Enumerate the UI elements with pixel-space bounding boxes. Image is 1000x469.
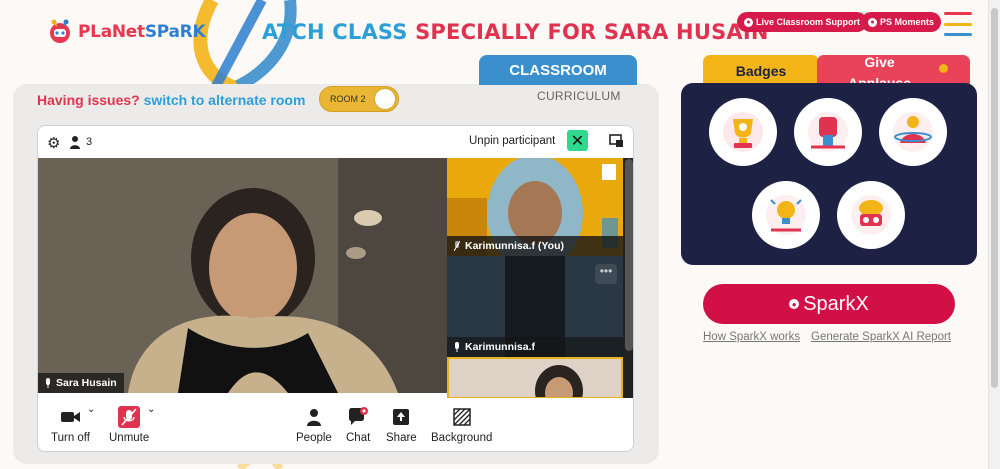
banner-title-part1: ATCH CLASS bbox=[262, 20, 416, 44]
room-toggle[interactable]: ROOM 2 bbox=[319, 86, 399, 112]
badges-panel bbox=[681, 83, 977, 265]
microphone-icon bbox=[46, 378, 50, 388]
video-call-frame: ⚙ 3 Unpin participant ✕ Sara Husain Kari… bbox=[37, 125, 634, 452]
participant-name-karimunnisa: Karimunnisa.f bbox=[465, 341, 536, 353]
sparkx-label: SparkX bbox=[803, 292, 869, 315]
live-support-icon: ● bbox=[744, 17, 753, 27]
unpin-participant-label: Unpin participant bbox=[469, 135, 556, 147]
how-sparkx-works-link[interactable]: How SparkX works bbox=[703, 331, 800, 343]
issues-text: Having issues? bbox=[37, 92, 140, 108]
ps-moments-button[interactable]: ● PS Moments bbox=[861, 12, 942, 32]
trophy-badge-icon[interactable] bbox=[709, 98, 777, 166]
participant-tile-karimunnisa[interactable]: ••• Karimunnisa.f bbox=[447, 256, 623, 357]
raised-fist-badge-icon[interactable] bbox=[794, 98, 862, 166]
participants-icon bbox=[70, 136, 80, 149]
participant-nametag-karimunnisa: Karimunnisa.f bbox=[447, 337, 623, 357]
live-classroom-support-button[interactable]: ● Live Classroom Support bbox=[737, 12, 868, 32]
participant-name-you: Karimunnisa.f (You) bbox=[465, 240, 564, 252]
microphone-icon bbox=[455, 342, 459, 352]
ps-moments-label: PS Moments bbox=[880, 17, 935, 27]
mic-muted-icon bbox=[454, 241, 460, 251]
ps-moments-icon: ● bbox=[868, 17, 877, 27]
participant-tile-you[interactable]: Karimunnisa.f (You) bbox=[447, 158, 623, 256]
mic-muted-icon bbox=[118, 406, 141, 428]
sparkx-button[interactable]: ● SparkX bbox=[703, 284, 955, 324]
share-button[interactable]: Share bbox=[386, 406, 417, 444]
issues-message: Having issues? switch to alternate room bbox=[37, 92, 305, 108]
picture-in-picture-icon[interactable] bbox=[609, 134, 624, 148]
share-screen-icon bbox=[392, 406, 410, 428]
page-scrollbar[interactable] bbox=[988, 0, 1000, 469]
tile3-video-feed bbox=[449, 359, 621, 397]
tiles-scrollbar[interactable] bbox=[625, 159, 633, 351]
chat-label: Chat bbox=[346, 432, 371, 444]
logo-text-part2: SPaRK bbox=[144, 22, 206, 42]
background-label: Background bbox=[431, 432, 493, 444]
people-button[interactable]: People bbox=[296, 406, 332, 444]
participant-tiles: Karimunnisa.f (You) ••• Karimunnisa.f bbox=[447, 158, 633, 399]
camera-icon bbox=[60, 406, 81, 428]
participant-nametag-you: Karimunnisa.f (You) bbox=[447, 236, 623, 256]
main-participant-video[interactable]: Sara Husain bbox=[38, 158, 447, 393]
tab-classroom[interactable]: CLASSROOM bbox=[479, 55, 637, 85]
ideas-badge-icon[interactable] bbox=[752, 181, 820, 249]
planetspark-logo[interactable]: PLaNetSPaRK bbox=[46, 18, 206, 46]
participant-tile-third[interactable] bbox=[447, 357, 623, 399]
people-label: People bbox=[296, 432, 332, 444]
room-toggle-label: ROOM 2 bbox=[330, 94, 366, 104]
logo-mascot-icon bbox=[46, 18, 74, 46]
banner-title-part2: SPECIALLY FOR SARA HUSAIN bbox=[415, 20, 769, 44]
camera-button[interactable]: Turn off bbox=[51, 406, 90, 444]
camera-label: Turn off bbox=[51, 432, 90, 444]
page-scrollbar-thumb[interactable] bbox=[991, 8, 998, 388]
mic-button[interactable]: Unmute bbox=[109, 406, 149, 444]
sparkx-icon: ● bbox=[789, 299, 800, 309]
gear-icon[interactable]: ⚙ bbox=[47, 134, 60, 152]
logo-text: PLaNetSPaRK bbox=[78, 22, 206, 42]
main-video-feed bbox=[38, 158, 447, 393]
participant-count: 3 bbox=[86, 136, 93, 148]
room-toggle-knob[interactable] bbox=[375, 89, 395, 109]
generate-sparkx-report-link[interactable]: Generate SparkX AI Report bbox=[811, 331, 951, 343]
sparkle-icon bbox=[939, 64, 948, 73]
main-participant-name: Sara Husain bbox=[56, 377, 117, 389]
mic-options-chevron-icon[interactable]: ⌄ bbox=[147, 404, 155, 415]
meditation-badge-icon[interactable] bbox=[879, 98, 947, 166]
call-toolbar: Turn off ⌄ Unmute ⌄ People Chat Share Ba… bbox=[38, 398, 633, 451]
logo-text-part1: PLaNet bbox=[78, 22, 145, 42]
hamburger-menu-icon[interactable] bbox=[944, 12, 972, 36]
background-icon bbox=[452, 406, 471, 428]
share-label: Share bbox=[386, 432, 417, 444]
unpin-close-icon[interactable]: ✕ bbox=[567, 130, 588, 151]
mic-label: Unmute bbox=[109, 432, 150, 444]
video-top-bar: ⚙ 3 Unpin participant ✕ bbox=[38, 126, 633, 158]
main-participant-nametag: Sara Husain bbox=[38, 373, 124, 393]
switch-room-link[interactable]: switch to alternate room bbox=[144, 92, 306, 108]
people-icon bbox=[306, 406, 322, 428]
more-options-icon[interactable]: ••• bbox=[595, 264, 617, 284]
tab-curriculum[interactable]: CURRICULUM bbox=[537, 89, 621, 103]
brain-badge-icon[interactable] bbox=[837, 181, 905, 249]
chat-icon bbox=[347, 406, 369, 428]
background-button[interactable]: Background bbox=[431, 406, 492, 444]
live-support-label: Live Classroom Support bbox=[756, 17, 861, 27]
camera-options-chevron-icon[interactable]: ⌄ bbox=[87, 404, 95, 415]
chat-button[interactable]: Chat bbox=[346, 406, 370, 444]
class-banner-title: ATCH CLASS SPECIALLY FOR SARA HUSAIN bbox=[262, 20, 769, 44]
